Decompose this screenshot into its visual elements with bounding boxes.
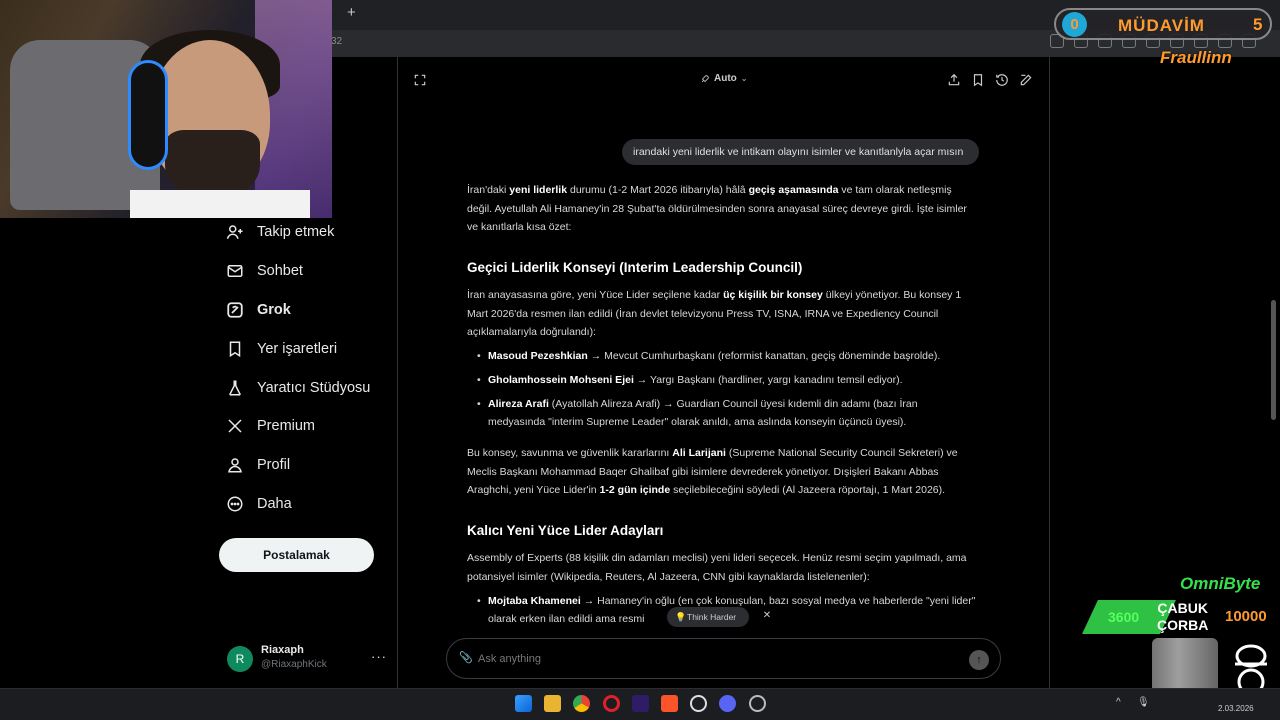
response-heading: Kalıcı Yeni Yüce Lider Adayları: [467, 523, 664, 538]
chatgpt-icon[interactable]: [690, 695, 707, 712]
divider: [397, 57, 398, 688]
chevron-up-icon[interactable]: ^: [1116, 697, 1121, 708]
sidebar-item-creator-studio[interactable]: Yaratıcı Stüdyosu: [226, 376, 370, 400]
discord-icon[interactable]: [719, 695, 736, 712]
microphone-icon[interactable]: 🎙: [1137, 697, 1150, 708]
settings-icon[interactable]: [749, 695, 766, 712]
reward-line: ÇORBA: [1157, 617, 1209, 633]
address-text: 32: [331, 36, 343, 47]
response-paragraph: Assembly of Experts (88 kişilik din adam…: [467, 552, 967, 583]
account-more-button[interactable]: ···: [371, 649, 387, 664]
rank-badge: 0 MÜDAVİM 5: [1054, 8, 1272, 40]
sidebar-item-profile[interactable]: Profil: [226, 453, 290, 477]
sidebar-item-grok[interactable]: Grok: [226, 298, 291, 322]
ask-input[interactable]: [478, 651, 938, 667]
sidebar-item-label: Premium: [257, 418, 316, 434]
sidebar-item-chat[interactable]: Sohbet: [226, 259, 303, 283]
sidebar-item-label: Yer işaretleri: [257, 341, 338, 357]
grok-icon: [227, 302, 243, 318]
app-icon[interactable]: [632, 695, 649, 712]
response-intro: İran'daki yeni liderlik durumu (1-2 Mart…: [467, 184, 967, 234]
folder-icon[interactable]: [544, 695, 561, 712]
divider: [1049, 57, 1050, 688]
think-harder-chip[interactable]: 💡 Think Harder: [667, 607, 749, 627]
think-harder-label: Think Harder: [687, 612, 737, 622]
sidebar-item-follow[interactable]: Takip etmek: [226, 220, 334, 244]
sidebar-item-more[interactable]: Daha: [226, 492, 292, 516]
x-logo-icon: [228, 419, 242, 433]
sidebar-item-premium[interactable]: Premium: [226, 414, 315, 438]
mode-selector[interactable]: Auto ⌄: [700, 73, 747, 84]
new-tab-button[interactable]: +: [347, 5, 361, 21]
account-name: Riaxaph: [261, 644, 304, 656]
follower-alert: Fraullinn: [1160, 48, 1232, 67]
chevron-down-icon: ⌄: [740, 74, 748, 83]
scrollbar[interactable]: [1271, 300, 1276, 420]
sidebar-item-label: Sohbet: [257, 263, 303, 279]
reward-cost: 10000: [1225, 608, 1267, 625]
sidebar-item-bookmarks[interactable]: Yer işaretleri: [226, 337, 337, 361]
sidebar-item-label: Grok: [257, 302, 291, 318]
taskbar-date: 2.03.2026: [1218, 704, 1254, 713]
response-paragraph: Bu konsey, savunma ve güvenlik kararları…: [467, 447, 958, 497]
more-circle-icon: [227, 496, 243, 512]
start-icon[interactable]: [515, 695, 532, 712]
sidebar-item-label: Yaratıcı Stüdyosu: [257, 380, 371, 396]
bookmark-icon[interactable]: [971, 73, 985, 87]
close-icon[interactable]: ✕: [759, 608, 775, 624]
rank-count: 5: [1253, 15, 1263, 34]
chrome-icon[interactable]: [573, 695, 590, 712]
response-heading: Geçici Liderlik Konseyi (Interim Leaders…: [467, 260, 803, 275]
reward-line: ÇABUK: [1157, 600, 1208, 616]
sidebar-item-label: Daha: [257, 496, 292, 512]
person-icon: [228, 458, 242, 473]
expand-icon[interactable]: [413, 73, 427, 87]
new-chat-icon[interactable]: [1019, 73, 1033, 87]
sub-alert-name: OmniByte: [1180, 574, 1261, 593]
flask-icon: [229, 380, 241, 396]
mail-icon: [227, 265, 243, 277]
sidebar-item-label: Takip etmek: [257, 224, 335, 240]
list-item: Alireza Arafi (Ayatollah Alireza Arafi) …: [477, 395, 977, 431]
mode-label: Auto: [714, 73, 737, 84]
account-switcher[interactable]: R Riaxaph @RiaxaphKick ···: [227, 644, 387, 674]
ask-input-container[interactable]: 📎 ↑: [446, 638, 1001, 679]
follow-icon: [226, 225, 243, 239]
lightbulb-icon: 💡: [675, 612, 687, 622]
share-icon[interactable]: [947, 73, 961, 87]
reward-label: ÇABUK ÇORBA: [1157, 600, 1208, 634]
brave-icon[interactable]: [661, 695, 678, 712]
opera-icon[interactable]: [603, 695, 620, 712]
user-message: irandaki yeni liderlik ve intikam olayın…: [622, 139, 979, 165]
post-button[interactable]: Postalamak: [219, 538, 374, 572]
avatar: R: [227, 646, 253, 672]
list-item: Gholamhossein Mohseni Ejei → Yargı Başka…: [477, 371, 977, 389]
bar-value: 3600: [1108, 609, 1140, 625]
webcam-feed: [0, 0, 332, 218]
account-handle: @RiaxaphKick: [261, 659, 327, 670]
rank-level: 0: [1062, 12, 1087, 37]
bookmark-icon: [229, 341, 241, 358]
sidebar-item-label: Profil: [257, 457, 291, 473]
rank-title: MÜDAVİM: [1118, 16, 1205, 35]
screen: + 32 Takip etmek Sohbet Grok Yer işaretl…: [0, 0, 1280, 720]
attach-icon[interactable]: 📎: [459, 651, 473, 664]
history-icon[interactable]: [995, 73, 1009, 87]
rocket-icon: [701, 74, 709, 82]
response-paragraph: İran anayasasına göre, yeni Yüce Lider s…: [467, 289, 962, 339]
send-button[interactable]: ↑: [969, 650, 989, 670]
list-item: Masoud Pezeshkian → Mevcut Cumhurbaşkanı…: [477, 347, 977, 365]
